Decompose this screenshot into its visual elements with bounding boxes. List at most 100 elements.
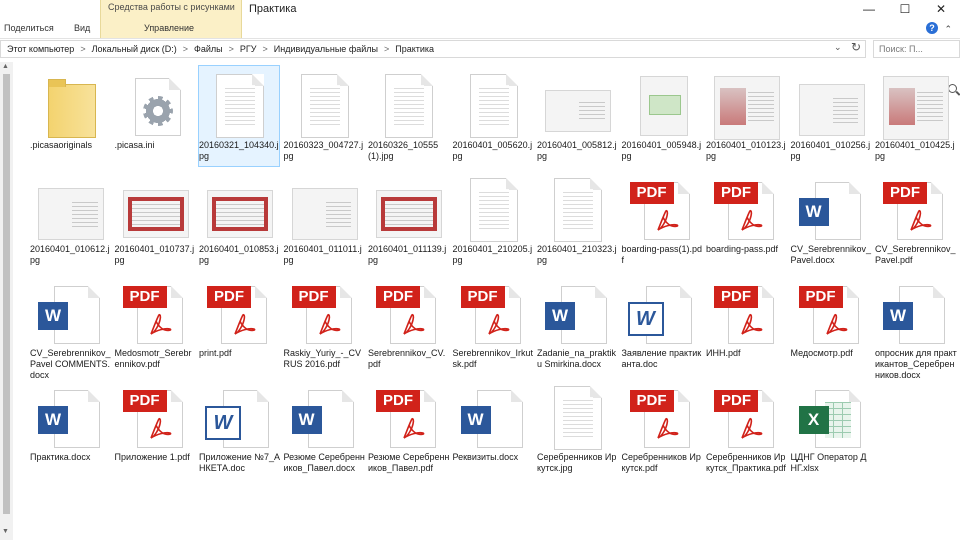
search-input[interactable]: Поиск: П... <box>873 40 960 58</box>
file-item[interactable]: 20160326_10555(1).jpg <box>368 66 448 166</box>
file-item[interactable]: PDF Серебренников Иркутск_Практика.pdf <box>706 378 786 478</box>
file-item[interactable]: W Реквизиты.docx <box>453 378 533 478</box>
help-icon[interactable]: ? <box>926 22 938 34</box>
crumb-individual-files[interactable]: Индивидуальные файлы <box>274 44 378 54</box>
file-item[interactable]: 20160321_104340.jpg <box>198 65 280 167</box>
page-fold-icon <box>931 182 943 194</box>
refresh-icon[interactable]: ↻ <box>851 40 861 54</box>
scanned-text-icon <box>748 89 774 124</box>
file-item[interactable]: W Приложение №7_АНКЕТА.doc <box>199 378 280 478</box>
file-item[interactable]: PDF Raskiy_Yuriy_-_CV RUS 2016.pdf <box>284 274 364 374</box>
portrait-photo-icon <box>720 88 746 126</box>
file-item[interactable]: PDF Приложение 1.pdf <box>115 378 195 478</box>
scanned-text-icon <box>579 99 605 121</box>
scan-file-icon <box>545 176 609 242</box>
minimize-button[interactable]: — <box>852 0 886 18</box>
file-item[interactable]: PDF Серебренников Иркутск.pdf <box>622 378 702 478</box>
file-item[interactable]: 20160401_005812.jpg <box>537 66 617 166</box>
tab-share[interactable]: Поделиться <box>4 23 54 33</box>
file-name-label: boarding-pass.pdf <box>706 244 779 254</box>
passport-scan-icon <box>714 76 780 140</box>
file-name-label: 20160401_210323.jpg <box>537 244 617 265</box>
close-button[interactable]: ✕ <box>924 0 958 18</box>
file-item[interactable]: 20160401_210205.jpg <box>453 170 533 270</box>
file-item[interactable]: 20160401_010123.jpg <box>706 66 786 166</box>
file-item[interactable]: 20160401_010256.jpg <box>791 66 871 166</box>
pdf-file-icon: PDF <box>122 384 187 448</box>
file-item[interactable]: 20160401_010425.jpg <box>875 66 955 166</box>
scan-file-icon <box>376 72 440 138</box>
document-page-icon <box>469 178 518 242</box>
word-icon: W <box>460 406 491 434</box>
pdf-badge-icon: PDF <box>207 286 251 308</box>
file-item[interactable]: PDF Medosmotr_Serebrennikov.pdf <box>115 274 195 374</box>
tab-view[interactable]: Вид <box>74 23 90 33</box>
file-item[interactable]: PDF boarding-pass(1).pdf <box>622 170 702 270</box>
tab-manage[interactable]: Управление <box>144 23 194 33</box>
page-fold-icon <box>424 286 436 298</box>
file-item[interactable]: 20160401_011139.jpg <box>368 170 448 270</box>
folder-file-icon <box>38 72 102 138</box>
file-item[interactable]: Серебренников Иркутск.jpg <box>537 378 617 478</box>
file-name-label: Приложение 1.pdf <box>114 452 190 462</box>
file-item[interactable]: PDF Резюме Серебренников_Павел.pdf <box>368 378 449 478</box>
crumb-separator: > <box>80 44 86 54</box>
file-item[interactable]: PDF Serebrennikov_Irkutsk.pdf <box>453 274 533 374</box>
file-item[interactable]: .picasa.ini <box>115 66 195 166</box>
vertical-scrollbar[interactable]: ▲ ▼ <box>0 62 13 540</box>
crumb-practice[interactable]: Практика <box>395 44 434 54</box>
word-file-icon: W <box>38 280 102 344</box>
file-item[interactable]: W CV_Serebrennikov_Pavel COMMENTS.docx <box>30 274 111 380</box>
breadcrumb[interactable]: Этот компьютер > Локальный диск (D:) > Файлы… <box>0 40 866 58</box>
file-name-label: 20160401_011139.jpg <box>368 244 447 265</box>
word-icon: W <box>38 302 68 330</box>
file-item[interactable]: W Практика.docx <box>30 378 110 478</box>
address-history-dropdown-icon[interactable]: ⌄ <box>834 42 842 53</box>
file-item[interactable]: PDF ИНН.pdf <box>706 274 786 374</box>
file-item[interactable]: PDF boarding-pass.pdf <box>706 170 786 270</box>
scroll-down-icon[interactable]: ▼ <box>2 528 9 535</box>
pdf-badge-icon: PDF <box>798 286 843 308</box>
scanwide-file-icon <box>545 72 611 136</box>
file-item[interactable]: 20160401_011011.jpg <box>284 170 364 270</box>
document-page-icon <box>554 386 602 450</box>
file-name-label: 20160401_005812.jpg <box>537 140 617 161</box>
scan-file-icon <box>545 384 609 450</box>
word-legacy-icon: W <box>205 406 241 440</box>
file-item[interactable]: 20160401_210323.jpg <box>537 170 617 270</box>
file-item[interactable]: PDF Serebrennikov_CV.pdf <box>368 274 448 374</box>
crumb-files[interactable]: Файлы <box>194 44 223 54</box>
file-item[interactable]: W CV_Serebrennikov_Pavel.docx <box>791 170 871 270</box>
pdf-file-icon: PDF <box>376 384 440 448</box>
crumb-local-disk[interactable]: Локальный диск (D:) <box>92 44 177 54</box>
file-item[interactable]: PDF CV_Serebrennikov_Pavel.pdf <box>875 170 956 270</box>
acrobat-swirl-icon <box>487 313 509 335</box>
file-item[interactable]: W Резюме Серебренников_Павел.docx <box>284 378 365 478</box>
acrobat-swirl-icon <box>741 209 763 231</box>
file-item[interactable]: 20160401_005620.jpg <box>453 66 533 166</box>
file-item[interactable]: 20160401_010612.jpg <box>30 170 110 270</box>
scan-file-icon <box>461 72 525 138</box>
word-file-icon: W <box>545 280 609 344</box>
file-item[interactable]: PDF Медосмотр.pdf <box>791 274 871 374</box>
maximize-button[interactable]: ☐ <box>888 0 922 18</box>
file-item[interactable]: 20160323_004727.jpg <box>284 66 364 166</box>
file-name-label: Серебренников Иркутск.pdf <box>621 452 701 473</box>
ribbon-collapse-icon[interactable]: ⌃ <box>944 24 952 35</box>
file-item[interactable]: Wопросник для практикантов_Серебренников… <box>875 274 957 380</box>
file-item[interactable]: 20160401_010737.jpg <box>115 170 195 270</box>
pdf-badge-icon: PDF <box>122 390 167 412</box>
file-item[interactable]: 20160401_010853.jpg <box>199 170 279 270</box>
file-item[interactable]: 20160401_005948.jpg <box>622 66 702 166</box>
scroll-up-icon[interactable]: ▲ <box>2 63 9 70</box>
file-item[interactable]: PDF print.pdf <box>199 274 279 374</box>
file-item[interactable]: W Zadanie_na_praktiku Smirkina.docx <box>537 274 617 374</box>
file-item[interactable]: W Заявление практиканта.doc <box>622 274 702 374</box>
file-item[interactable]: X ЦДНГ Оператор ДНГ.xlsx <box>791 378 871 478</box>
gear-icon <box>142 96 173 126</box>
file-name-label: 20160401_010737.jpg <box>114 244 195 265</box>
crumb-this-pc[interactable]: Этот компьютер <box>7 44 74 54</box>
file-item[interactable]: .picasaoriginals <box>30 66 110 166</box>
crumb-rgu[interactable]: РГУ <box>240 44 257 54</box>
scrollbar-thumb[interactable] <box>3 74 10 514</box>
